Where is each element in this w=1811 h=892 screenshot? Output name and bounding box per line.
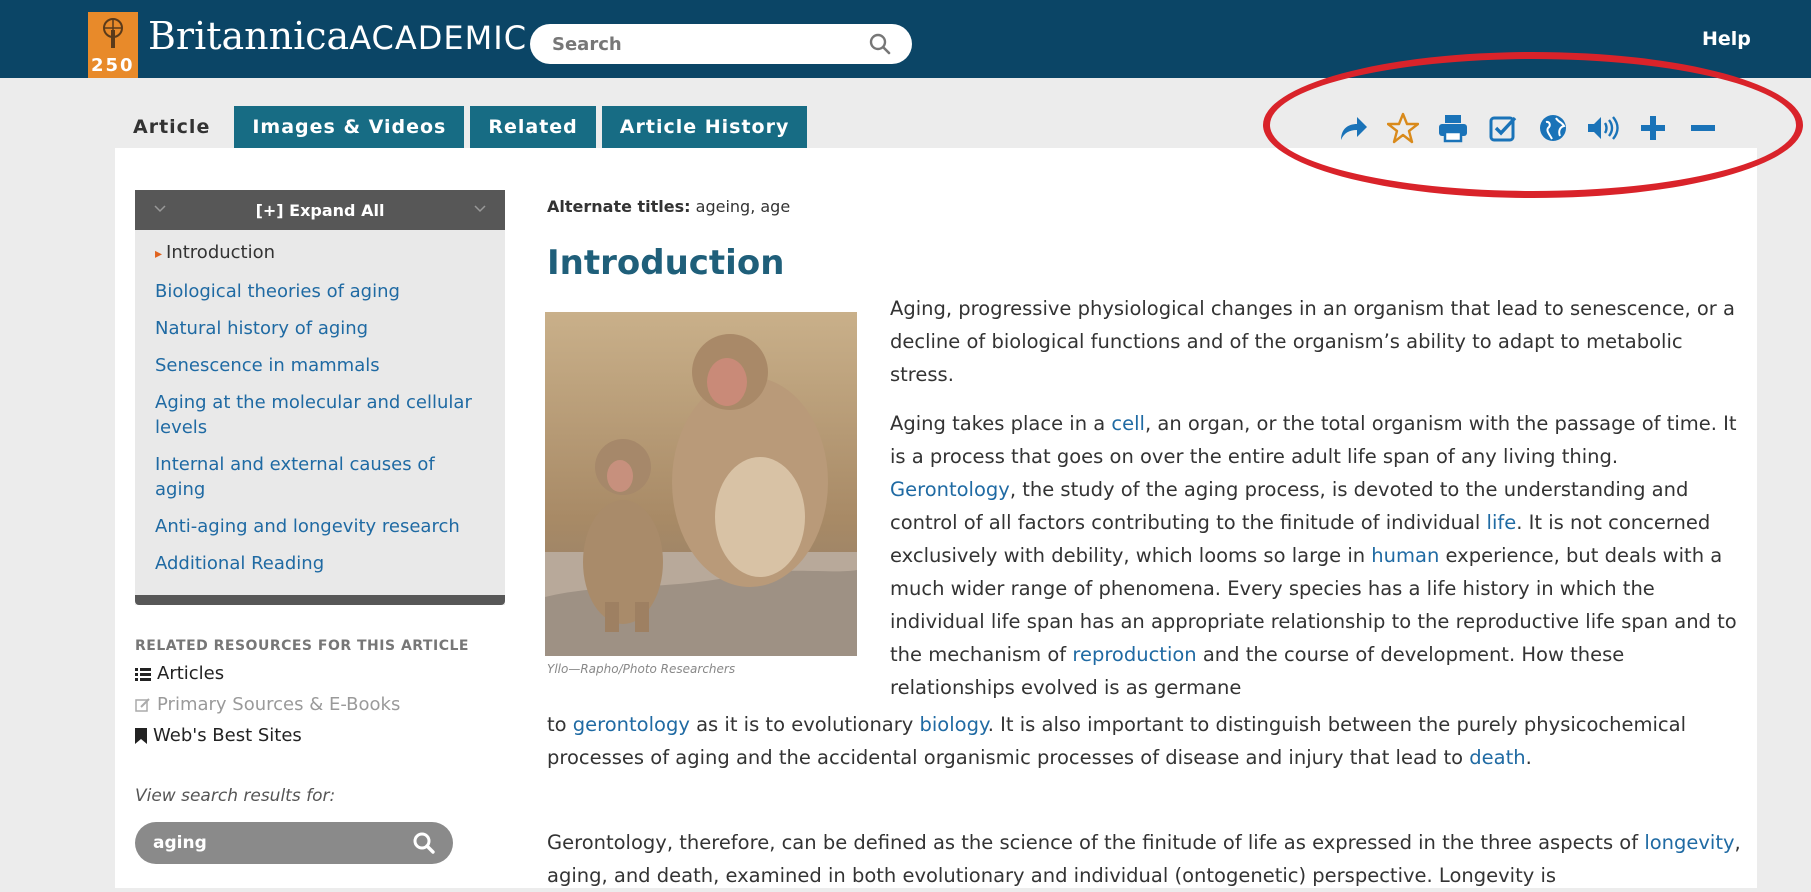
primary-sources-link[interactable]: Primary Sources & E-Books [135, 694, 400, 715]
help-link[interactable]: Help [1702, 28, 1751, 50]
search-icon[interactable] [868, 32, 892, 56]
checkbox-icon [1489, 116, 1517, 142]
p2-text-g: to [547, 713, 573, 736]
link-human[interactable]: human [1371, 544, 1439, 567]
chevron-down-icon [154, 205, 166, 213]
increase-font-button[interactable] [1635, 110, 1671, 146]
share-button[interactable] [1335, 110, 1371, 146]
toc-list: Introduction Biological theories of agin… [135, 230, 505, 594]
minus-icon [1691, 125, 1715, 131]
alternate-titles-label: Alternate titles: [547, 197, 691, 216]
brand-title: Britannica [148, 14, 350, 58]
toc-item-longevity-research[interactable]: Anti-aging and longevity research [155, 514, 485, 539]
toc-footer-bar [135, 595, 505, 605]
britannica-logo[interactable]: 250 [88, 12, 138, 78]
article-toolbar [1335, 108, 1721, 148]
expand-all-button[interactable]: [+] Expand All [135, 190, 505, 230]
paragraph-3: Gerontology, therefore, can be defined a… [547, 826, 1767, 892]
p2-text-a: Aging takes place in a [890, 412, 1112, 435]
tab-related[interactable]: Related [470, 106, 596, 148]
p2-text-h: as it is to evolutionary [689, 713, 920, 736]
link-cell[interactable]: cell [1111, 412, 1145, 435]
brand-suffix: ACADEMIC [349, 19, 528, 57]
chevron-down-icon [474, 205, 486, 213]
tab-article-history[interactable]: Article History [601, 106, 808, 148]
logo-number: 250 [91, 55, 135, 76]
cite-button[interactable] [1485, 110, 1521, 146]
link-death[interactable]: death [1469, 746, 1525, 769]
speaker-icon [1588, 116, 1619, 140]
alternate-titles-value: ageing, age [695, 197, 791, 216]
print-button[interactable] [1435, 110, 1471, 146]
plus-icon [1641, 116, 1665, 140]
toc-item-causes[interactable]: Internal and external causes of aging [155, 452, 485, 502]
link-biology[interactable]: biology [920, 713, 988, 736]
brand-name[interactable]: BritannicaACADEMIC [148, 14, 527, 58]
table-of-contents: [+] Expand All Introduction Biological t… [135, 190, 505, 605]
section-heading: Introduction [547, 243, 785, 283]
toc-item-additional-reading[interactable]: Additional Reading [155, 551, 485, 576]
print-icon [1439, 115, 1467, 143]
related-articles-label: Articles [157, 663, 225, 684]
alternate-titles: Alternate titles: ageing, age [547, 197, 790, 216]
favorite-button[interactable] [1385, 110, 1421, 146]
best-sites-label: Web's Best Sites [153, 725, 302, 746]
decrease-font-button[interactable] [1685, 110, 1721, 146]
toc-item-introduction[interactable]: Introduction [155, 240, 485, 267]
toc-item-natural-history[interactable]: Natural history of aging [155, 316, 485, 341]
search-input[interactable] [530, 24, 912, 64]
photo-caption: Yllo—Rapho/Photo Researchers [547, 662, 736, 676]
share-icon [1341, 117, 1367, 140]
link-life[interactable]: life [1487, 511, 1517, 534]
article-tabs: Article Images & Videos Related Article … [115, 106, 808, 148]
tab-images-videos[interactable]: Images & Videos [234, 106, 465, 148]
bookmark-icon [135, 727, 147, 744]
list-icon [135, 667, 151, 681]
best-sites-link[interactable]: Web's Best Sites [135, 725, 302, 746]
link-longevity[interactable]: longevity [1644, 831, 1734, 854]
globe-icon [1540, 115, 1566, 141]
paragraph-1: Aging, progressive physiological changes… [890, 297, 1735, 386]
macaque-photo[interactable] [545, 312, 857, 656]
search-icon[interactable] [412, 831, 436, 855]
related-resources-title: RELATED RESOURCES FOR THIS ARTICLE [135, 638, 469, 654]
toc-item-molecular-cellular[interactable]: Aging at the molecular and cellular leve… [155, 390, 485, 440]
p3-text-a: Gerontology, therefore, can be defined a… [547, 831, 1645, 854]
link-gerontology-2[interactable]: gerontology [573, 713, 690, 736]
related-search-input[interactable] [135, 822, 453, 864]
tree-icon [103, 18, 123, 48]
link-gerontology[interactable]: Gerontology [890, 478, 1010, 501]
related-articles-link[interactable]: Articles [135, 663, 224, 684]
star-icon [1387, 112, 1419, 144]
p2-text-j: . [1525, 746, 1532, 769]
link-reproduction[interactable]: reproduction [1072, 643, 1196, 666]
primary-sources-label: Primary Sources & E-Books [157, 694, 401, 715]
paragraph-2-continued: to gerontology as it is to evolutionary … [547, 708, 1747, 774]
expand-all-label: [+] Expand All [255, 200, 385, 220]
view-search-label: View search results for: [135, 786, 336, 806]
edit-icon [135, 697, 150, 712]
toc-item-senescence[interactable]: Senescence in mammals [155, 353, 485, 378]
translate-button[interactable] [1535, 110, 1571, 146]
tab-article[interactable]: Article [115, 106, 229, 148]
toc-item-biological-theories[interactable]: Biological theories of aging [155, 279, 485, 304]
read-aloud-button[interactable] [1585, 110, 1621, 146]
paragraph-2: Aging takes place in a cell, an organ, o… [890, 407, 1746, 704]
